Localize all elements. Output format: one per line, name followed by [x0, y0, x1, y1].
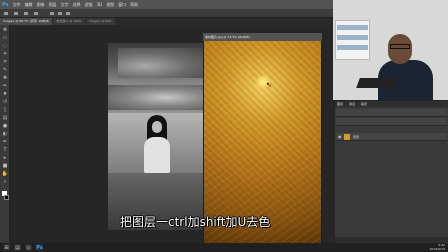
menu-edit[interactable]: 编辑	[25, 0, 33, 9]
presenter	[378, 30, 433, 100]
stamp-tool-icon[interactable]: ♦	[2, 92, 8, 97]
video-subtitle: 把图层一ctrl加shift加U去色	[120, 215, 271, 229]
menu-file[interactable]: 文件	[13, 0, 21, 9]
photoshop-icon[interactable]: Ps	[36, 244, 43, 251]
background-color-icon[interactable]	[4, 195, 9, 200]
magic-wand-icon[interactable]: ✦	[2, 52, 8, 57]
bookshelf	[335, 20, 370, 60]
align-icon[interactable]	[66, 12, 70, 15]
tab-doc-1[interactable]: Image1 @ 66.7% (背景, RGB/8)	[0, 18, 53, 25]
marquee-tool-icon[interactable]: ▭	[2, 36, 8, 41]
keyboard	[356, 78, 400, 88]
tool-bar: ✥ ▭ ◌ ✦ ⌗ ✎ ✚ ✏ ♦ ↺ ▯ ▤ ● ◐ ✒ T ▸ ■ ✋ ⌕	[0, 25, 10, 245]
grayscale-photo[interactable]	[108, 43, 204, 230]
menu-image[interactable]: 图像	[37, 0, 45, 9]
document-tabs: Image1 @ 66.7% (背景, RGB/8) 未标题-1 @ 100% …	[0, 18, 330, 25]
menu-help[interactable]: 帮助	[130, 0, 138, 9]
rocks-background	[118, 48, 204, 78]
history-brush-icon[interactable]: ↺	[2, 100, 8, 105]
crop-tool-icon[interactable]: ⌗	[2, 60, 8, 65]
tab-doc-3[interactable]: Image2 @ 50%	[85, 18, 115, 25]
eraser-tool-icon[interactable]: ▯	[2, 108, 8, 113]
option-icon[interactable]	[14, 12, 18, 15]
move-tool-icon[interactable]: ✥	[2, 28, 8, 33]
eyedropper-icon[interactable]: ✎	[2, 68, 8, 73]
blur-tool-icon[interactable]: ●	[2, 124, 8, 129]
shape-tool-icon[interactable]: ■	[2, 164, 8, 169]
tab-paths[interactable]: 路径	[359, 101, 369, 107]
pen-tool-icon[interactable]: ✒	[2, 140, 8, 145]
layer-thumbnail	[344, 134, 350, 140]
lasso-tool-icon[interactable]: ◌	[2, 44, 8, 49]
menu-select[interactable]: 选择	[73, 0, 81, 9]
webcam-overlay	[333, 0, 448, 100]
healing-brush-icon[interactable]: ✚	[2, 76, 8, 81]
path-select-icon[interactable]: ▸	[2, 156, 8, 161]
texture-window-title[interactable]: 素材图片.jpg @ 33.3% (RGB/8)	[203, 33, 322, 41]
type-tool-icon[interactable]: T	[2, 148, 8, 153]
rocks-midground	[108, 85, 204, 110]
windows-start-icon[interactable]: ⊞	[3, 244, 10, 251]
move-tool-icon[interactable]	[4, 12, 8, 15]
option-icon[interactable]	[24, 12, 28, 15]
layer-filter-row[interactable]	[336, 109, 447, 117]
layer-row-background[interactable]: ◉ 背景	[336, 133, 447, 141]
blend-mode-row[interactable]	[336, 118, 447, 126]
layers-panel: 图层 通道 路径 ◉ 背景	[335, 100, 448, 243]
menu-filter[interactable]: 滤镜	[85, 0, 93, 9]
arrow-cursor-icon: ↖	[266, 81, 272, 89]
menu-window[interactable]: 窗口	[118, 0, 126, 9]
ps-logo-icon: Ps	[2, 1, 9, 8]
tab-layers[interactable]: 图层	[335, 101, 345, 107]
taskbar-clock: 9:42 2019/4/19	[430, 243, 445, 251]
brush-tool-icon[interactable]: ✏	[2, 84, 8, 89]
option-icon[interactable]	[34, 12, 38, 15]
align-icon[interactable]	[58, 12, 62, 15]
hand-tool-icon[interactable]: ✋	[2, 172, 8, 177]
layer-name: 背景	[353, 135, 360, 139]
menu-3d[interactable]: 3D	[97, 0, 103, 9]
girl-figure	[144, 115, 170, 173]
zoom-tool-icon[interactable]: ⌕	[2, 180, 8, 185]
align-icon[interactable]	[50, 12, 54, 15]
layers-panel-tabs: 图层 通道 路径	[335, 101, 448, 107]
menu-view[interactable]: 视图	[106, 0, 114, 9]
menu-layer[interactable]: 图层	[49, 0, 57, 9]
file-explorer-icon[interactable]: ▤	[14, 244, 21, 251]
date-text: 2019/4/19	[429, 247, 445, 251]
eye-icon[interactable]: ◉	[338, 135, 342, 139]
taskbar: ⊞ ▤ ◎ Ps 9:42 2019/4/19	[0, 243, 448, 252]
tab-doc-2[interactable]: 未标题-1 @ 100%	[53, 18, 85, 25]
menu-type[interactable]: 文字	[61, 0, 69, 9]
gradient-tool-icon[interactable]: ▤	[2, 116, 8, 121]
browser-icon[interactable]: ◎	[25, 244, 32, 251]
dodge-tool-icon[interactable]: ◐	[2, 132, 8, 137]
tab-channels[interactable]: 通道	[347, 101, 357, 107]
